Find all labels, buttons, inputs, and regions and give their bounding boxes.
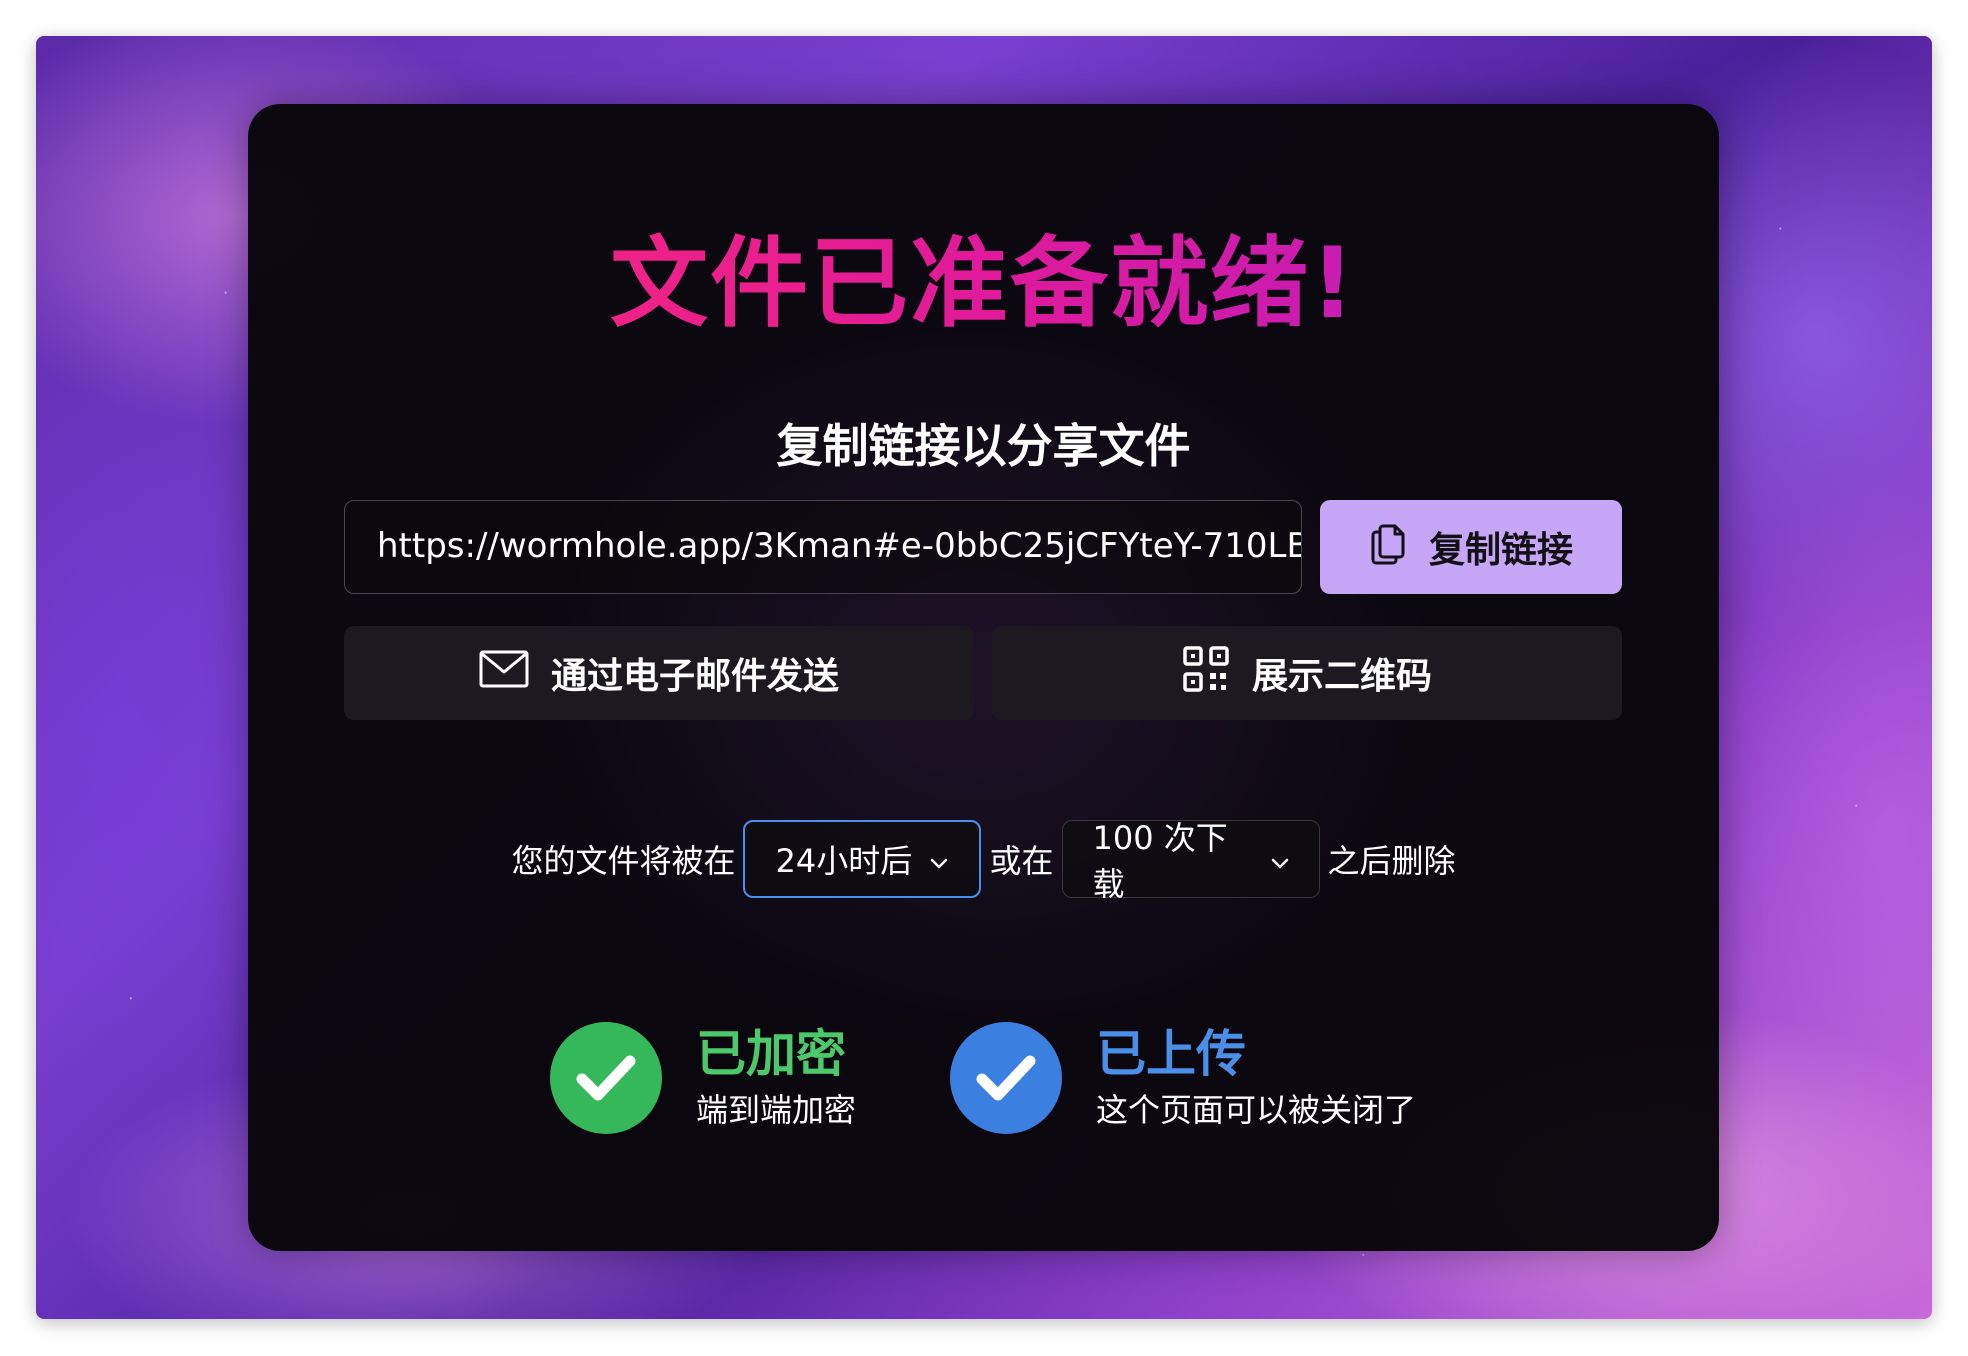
encrypted-status: 已加密 端到端加密 [550, 1022, 856, 1134]
share-url-field[interactable]: https://wormhole.app/3Kman#e-0bbC25jCFYt… [344, 500, 1302, 594]
share-card: 文件已准备就绪! 复制链接以分享文件 https://wormhole.app/… [248, 104, 1719, 1251]
chevron-down-icon [1271, 840, 1289, 878]
copy-link-label: 复制链接 [1428, 530, 1573, 571]
app-window: 文件已准备就绪! 复制链接以分享文件 https://wormhole.app/… [36, 36, 1932, 1319]
expiry-middle-text: 或在 [989, 842, 1054, 880]
show-qr-code-label: 展示二维码 [1251, 656, 1432, 697]
show-qr-code-button[interactable]: 展示二维码 [992, 626, 1622, 720]
qr-code-icon [1182, 645, 1230, 702]
expiry-prefix-text: 您的文件将被在 [511, 842, 736, 880]
copy-link-button[interactable]: 复制链接 [1320, 500, 1622, 594]
send-email-button[interactable]: 通过电子邮件发送 [344, 626, 974, 720]
download-limit-value: 100 次下载 [1092, 819, 1228, 903]
green-check-icon [550, 1022, 662, 1134]
expiry-time-value: 24小时后 [775, 842, 913, 880]
expiry-time-select[interactable]: 24小时后 [743, 820, 982, 898]
blue-check-icon [950, 1022, 1062, 1134]
chevron-down-icon [930, 840, 948, 878]
uploaded-status: 已上传 这个页面可以被关闭了 [950, 1022, 1416, 1134]
mail-icon [479, 650, 529, 697]
expiry-suffix-text: 之后删除 [1327, 842, 1456, 880]
download-limit-select[interactable]: 100 次下载 [1061, 819, 1320, 903]
send-email-label: 通过电子邮件发送 [550, 656, 839, 697]
copy-icon [1369, 520, 1409, 575]
uploaded-title: 已上传 [1096, 1025, 1246, 1083]
encrypted-title: 已加密 [696, 1025, 846, 1083]
uploaded-subtitle: 这个页面可以被关闭了 [1096, 1091, 1417, 1129]
share-subtitle: 复制链接以分享文件 [776, 419, 1191, 473]
page-title: 文件已准备就绪! [248, 204, 1719, 346]
encrypted-subtitle: 端到端加密 [696, 1091, 857, 1129]
expiry-settings: 您的文件将被在 24小时后 或在 100 次下载 之后删除 [248, 818, 1719, 903]
